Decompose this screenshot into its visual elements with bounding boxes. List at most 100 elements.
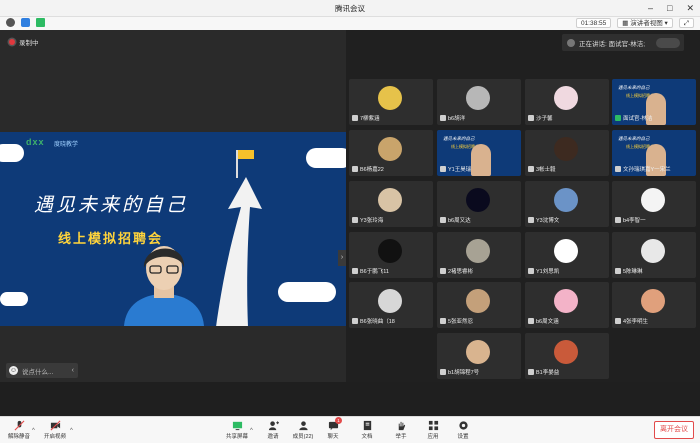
participant-tile[interactable]: 5陈琳琳 — [612, 232, 696, 278]
docs-button[interactable]: 文档 — [350, 420, 384, 440]
mic-on-icon — [615, 114, 621, 121]
participant-tile[interactable]: B6张晓曲（18 — [349, 282, 433, 328]
invite-icon — [268, 421, 279, 431]
participant-tile[interactable]: b6周文涵 — [525, 282, 609, 328]
mic-muted-icon — [440, 267, 446, 274]
avatar — [554, 86, 578, 110]
signal-icon[interactable] — [36, 18, 45, 27]
video-label: 开启视频 — [43, 434, 66, 440]
participant-namebar: 2褚思睿彬 — [440, 266, 473, 275]
mute-button[interactable]: 解除静音 — [2, 420, 36, 440]
avatar — [466, 340, 490, 364]
participant-tile[interactable]: B6于鹏飞11 — [349, 232, 433, 278]
participant-tile[interactable]: 沙子馨 — [525, 79, 609, 125]
screen-share-icon — [232, 421, 242, 431]
mic-muted-icon — [528, 165, 534, 172]
participant-name: Y3张玲海 — [360, 217, 384, 224]
flag-icon — [238, 150, 254, 159]
participant-tile[interactable]: 5张亚然忍 — [437, 282, 521, 328]
emoji-icon[interactable]: ☺ — [9, 366, 18, 375]
settings-button[interactable]: 设置 — [446, 420, 480, 440]
participant-name: 7柳紫涵 — [360, 115, 380, 122]
mic-muted-icon — [440, 368, 446, 375]
shared-screen: dxx 度晓教学 遇见未来的自己 线上模拟招聘会 — [0, 132, 346, 326]
participant-namebar: b1胡锦程7号 — [440, 367, 479, 376]
chevron-up-icon[interactable]: ^ — [70, 428, 73, 434]
meeting-window: 腾讯会议 – □ ✕ 01:38:55 ▦ 演讲者视图 ▾ ⤢ 录制中 dxx … — [0, 0, 700, 443]
hand-icon — [398, 421, 405, 431]
brand-logo: dxx — [26, 137, 45, 147]
comment-input[interactable]: 说点什么... — [22, 366, 53, 376]
expand-icon[interactable]: ⤢ — [678, 18, 694, 28]
info-icon[interactable] — [6, 18, 15, 27]
participant-tile[interactable]: 7柳紫涵 — [349, 79, 433, 125]
participant-tile[interactable]: b6胡洋 — [437, 79, 521, 125]
participant-name: 4张李明生 — [623, 318, 649, 325]
collapse-panel-handle[interactable]: › — [338, 250, 346, 266]
docs-label: 文档 — [361, 434, 373, 440]
apps-icon — [428, 420, 438, 431]
meeting-info-bar: 01:38:55 ▦ 演讲者视图 ▾ ⤢ — [0, 17, 700, 30]
participant-tile[interactable]: B6杨嘉22 — [349, 130, 433, 176]
mic-muted-icon — [615, 216, 621, 223]
mic-muted-icon — [352, 216, 358, 223]
leave-meeting-button[interactable]: 离开会议 — [654, 421, 694, 439]
participant-name: B1李晏益 — [536, 369, 560, 376]
mic-muted-icon — [528, 317, 534, 324]
invite-button[interactable]: 邀请 — [256, 420, 290, 440]
presenter-video — [124, 246, 204, 326]
recording-label: 录制中 — [19, 40, 39, 47]
participant-tile[interactable]: 遇见未来的自己 线上模拟招聘会 面试官-林洁 — [612, 79, 696, 125]
chat-button[interactable]: 1 聊天 — [316, 417, 350, 440]
participant-name: Y1刘思凯 — [536, 268, 560, 275]
mic-muted-icon — [528, 114, 534, 121]
mic-muted-icon — [615, 165, 621, 172]
participant-name: b4李智一 — [623, 217, 646, 224]
participant-tile[interactable]: 3帐士毅 — [525, 130, 609, 176]
chevron-left-icon[interactable]: ‹ — [72, 367, 74, 374]
participant-namebar: 4张李明生 — [615, 316, 648, 325]
slide-headline: 遇见未来的自己 — [34, 194, 189, 216]
bottom-toolbar: 解除静音 ^ 开启视频 ^ 共享屏幕 ^ 邀请 成员(22) 1 聊天 文档 举… — [0, 416, 700, 443]
participant-tile[interactable]: b4李智一 — [612, 181, 696, 227]
participant-name: B6于鹏飞11 — [360, 268, 389, 275]
minimize-icon[interactable]: – — [648, 3, 653, 13]
participant-tile[interactable]: Y3张玲海 — [349, 181, 433, 227]
participant-tile[interactable]: Y1刘思凯 — [525, 232, 609, 278]
participant-tile[interactable]: Y3沈博文 — [525, 181, 609, 227]
participant-tile[interactable]: 遇见未来的自己 线上模拟招聘会 Y1王昊瑞 — [437, 130, 521, 176]
chevron-up-icon[interactable]: ^ — [250, 428, 253, 434]
participant-tile[interactable]: b6周又达 — [437, 181, 521, 227]
chevron-up-icon[interactable]: ^ — [32, 428, 35, 434]
participant-video — [471, 144, 491, 176]
settings-label: 设置 — [457, 434, 469, 440]
participant-namebar: 7柳紫涵 — [352, 113, 380, 122]
video-button[interactable]: 开启视频 — [38, 420, 72, 440]
participant-tile[interactable]: b1胡锦程7号 — [437, 333, 521, 379]
participant-name: 3帐士毅 — [536, 166, 556, 173]
participant-tile[interactable]: B1李晏益 — [525, 333, 609, 379]
close-icon[interactable]: ✕ — [686, 3, 694, 13]
participant-tile[interactable]: 2褚思睿彬 — [437, 232, 521, 278]
recording-indicator[interactable]: 录制中 — [9, 37, 39, 47]
avatar — [554, 137, 578, 161]
comment-bar[interactable]: ☺ 说点什么... ‹ — [6, 363, 78, 378]
raise-hand-button[interactable]: 举手 — [384, 420, 418, 440]
apps-button[interactable]: 应用 — [416, 420, 450, 440]
share-screen-button[interactable]: 共享屏幕 — [220, 420, 254, 440]
members-button[interactable]: 成员(22) — [286, 420, 320, 440]
document-icon — [363, 420, 371, 431]
participant-tile[interactable]: 4张李明生 — [612, 282, 696, 328]
participant-name: 沙子馨 — [536, 115, 553, 122]
maximize-icon[interactable]: □ — [667, 3, 672, 13]
participant-name: 5张亚然忍 — [448, 318, 474, 325]
participant-namebar: B6杨嘉22 — [352, 164, 384, 173]
mic-muted-icon — [352, 165, 358, 172]
avatar — [554, 340, 578, 364]
speaker-view-button[interactable]: ▦ 演讲者视图 ▾ — [617, 18, 673, 28]
cloud-decoration — [306, 148, 346, 168]
mic-muted-icon — [440, 165, 446, 172]
cloud-decoration — [0, 144, 24, 162]
shield-icon[interactable] — [21, 18, 30, 27]
participant-tile[interactable]: 遇见未来的自己 线上模拟招聘会 文孙瑞琪嘉Y一宋兰 — [612, 130, 696, 176]
